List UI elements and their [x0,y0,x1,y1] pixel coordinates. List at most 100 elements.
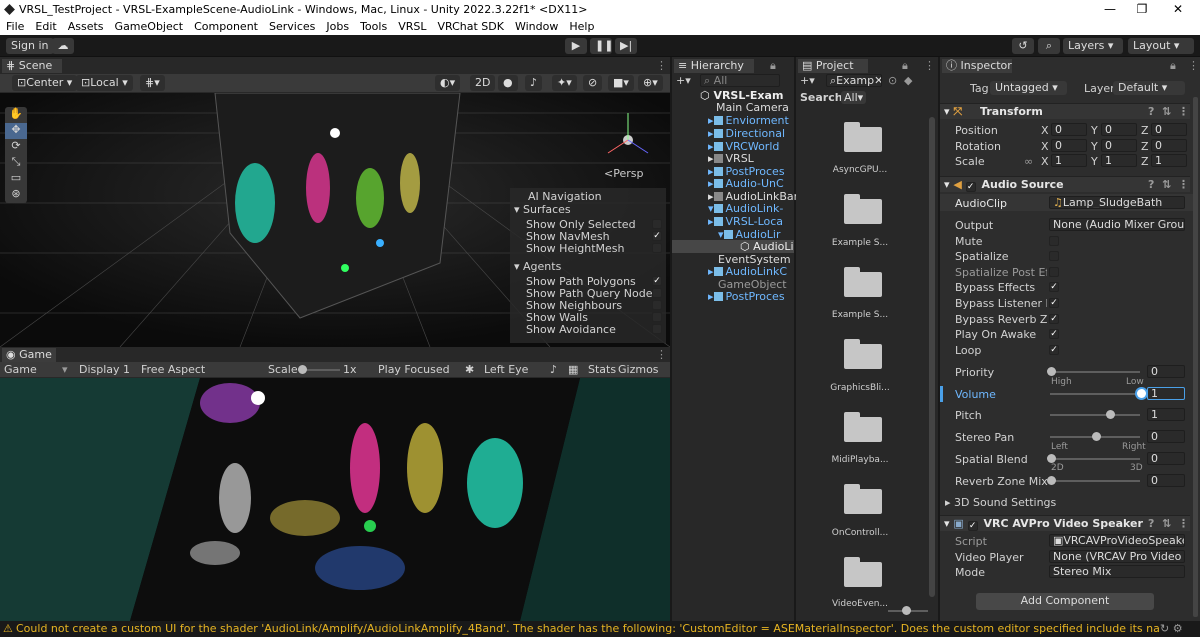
game-view[interactable] [0,378,670,621]
help-icon[interactable]: ? [1148,177,1154,192]
project-search-input[interactable]: ⌕Examp✕ [826,74,882,87]
rotation-y-field[interactable]: 0 [1101,139,1137,152]
help-icon[interactable]: ? [1148,516,1154,531]
stereo-pan-slider-knob[interactable] [1092,432,1101,441]
step-button[interactable]: ▶| [615,38,637,54]
rotation-x-field[interactable]: 0 [1051,139,1087,152]
play-button[interactable]: ▶ [565,38,587,54]
menu-vrchat-sdk[interactable]: VRChat SDK [437,20,504,33]
folder-icon[interactable] [844,194,882,224]
folder-icon[interactable] [844,339,882,369]
folder-name[interactable]: AsyncGPU... [815,165,905,175]
tab-hierarchy[interactable]: ≡ Hierarchy [674,59,754,73]
menu-help[interactable]: Help [569,20,594,33]
bug-icon[interactable]: ✱ [465,363,474,376]
tree-item[interactable]: ▸ Enviorment [708,114,789,127]
history-icon[interactable]: ↺ [1012,38,1034,54]
folder-name[interactable]: MidiPlayba... [815,455,905,465]
output-field[interactable]: None (Audio Mixer Group) [1049,218,1185,231]
link-icon[interactable]: ∞ [1024,155,1033,168]
help-icon[interactable]: ? [1148,104,1154,119]
mode-dropdown[interactable]: Stereo Mix [1049,565,1185,578]
preset-icon[interactable]: ⇅ [1162,104,1171,119]
spatial-blend-slider[interactable] [1050,458,1140,460]
filter-type-icon[interactable]: ⊙ [888,74,897,87]
component-menu-icon[interactable]: ⋮ [1178,177,1189,192]
audio-enabled-checkbox[interactable]: ✓ [965,182,976,192]
space-dropdown[interactable]: ⊡Local ▾ [76,75,133,91]
vrc-speaker-enabled-checkbox[interactable]: ✓ [967,521,978,531]
component-menu-icon[interactable]: ⋮ [1178,516,1189,531]
folder-name[interactable]: OnControll... [815,528,905,538]
audio-icon[interactable]: ♪ [525,75,543,91]
tree-item[interactable]: ▸ Audio-UnC [708,177,784,190]
tree-item[interactable]: ▾ AudioLink- [708,202,783,215]
tree-item[interactable]: ▸ AudioLinkC [708,265,787,278]
cloud-icon[interactable]: ☁ [52,38,74,54]
tab-game[interactable]: ◉ Game [2,348,56,362]
pivot-dropdown[interactable]: ⊡Center ▾ [12,75,78,91]
menu-window[interactable]: Window [515,20,558,33]
volume-field[interactable]: 1 [1147,387,1185,400]
folder-name[interactable]: Example S... [815,238,905,248]
bypass-listener-effects-checkbox[interactable]: ✓ [1049,298,1059,308]
project-lock-icon[interactable]: 🔒︎ [902,59,908,73]
folder-icon[interactable] [844,484,882,514]
spatialize-post-effects-checkbox[interactable] [1049,267,1059,277]
menu-vrsl[interactable]: VRSL [398,20,426,33]
scale-tool-icon[interactable]: ⤡ [5,155,27,171]
scale-y-field[interactable]: 1 [1101,154,1137,167]
folder-name[interactable]: Example S... [815,310,905,320]
inspector-menu-icon[interactable]: ⋮ [1188,59,1199,72]
menu-services[interactable]: Services [269,20,315,33]
priority-field[interactable]: 0 [1147,365,1185,378]
hierarchy-lock-icon[interactable]: 🔒︎ [770,59,776,73]
mute-audio-icon[interactable]: ♪ [550,363,557,376]
camera-icon[interactable]: ■▾ [608,75,634,91]
nav-checkbox[interactable] [652,300,662,310]
stats-button[interactable]: Stats [588,363,616,376]
spatial-blend-field[interactable]: 0 [1147,452,1185,465]
rotation-z-field[interactable]: 0 [1151,139,1187,152]
shading-icon[interactable]: ◐▾ [435,75,461,91]
position-y-field[interactable]: 0 [1101,123,1137,136]
scale-slider-knob[interactable] [298,365,307,374]
rect-tool-icon[interactable]: ▭ [5,171,27,187]
tab-scene[interactable]: ⋕ Scene [2,59,62,73]
tab-inspector[interactable]: ⓘ Inspector [942,59,1012,73]
stereo-pan-field[interactable]: 0 [1147,430,1185,443]
3d-sound-settings-foldout[interactable]: ▸ 3D Sound Settings [945,496,1056,509]
scale-z-field[interactable]: 1 [1151,154,1187,167]
audioclip-field[interactable]: ♫Lamp_SludgeBath [1049,196,1185,209]
transform-header[interactable]: ▾ ⤧ Transform ? ⇅ ⋮ [940,103,1190,119]
nav-checkbox[interactable] [652,219,662,229]
hierarchy-add-button[interactable]: +▾ [676,74,691,87]
preset-icon[interactable]: ⇅ [1162,177,1171,192]
nav-checkbox[interactable] [652,312,662,322]
console-status-bar[interactable]: ⚠ Could not create a custom UI for the s… [0,621,1200,637]
vrc-speaker-header[interactable]: ▾ ▣ ✓ VRC AVPro Video Speaker ? ⇅ ⋮ [940,515,1190,531]
position-z-field[interactable]: 0 [1151,123,1187,136]
mute-checkbox[interactable] [1049,236,1059,246]
spatialize-checkbox[interactable] [1049,251,1059,261]
eye-dropdown[interactable]: Left Eye [484,363,528,376]
search-scope-dropdown[interactable]: All▾ [841,91,867,104]
gizmo-globe-icon[interactable]: ⊕▾ [638,75,663,91]
menu-tools[interactable]: Tools [360,20,387,33]
tab-project[interactable]: ▤ Project [798,59,868,73]
tree-item[interactable]: Main Camera [716,101,789,114]
scene-view[interactable]: <Persp ✋ ✥ ⟳ ⤡ ▭ ⊛ AI Navigation ▾ Surfa… [0,93,670,347]
lighting-icon[interactable]: ● [498,75,518,91]
persp-label[interactable]: <Persp [604,167,643,180]
folder-icon[interactable] [844,557,882,587]
bypass-reverb-zones-checkbox[interactable]: ✓ [1049,314,1059,324]
tree-item[interactable]: ▸ Directional [708,127,785,140]
sign-in-button[interactable]: Sign in [6,38,54,54]
menu-jobs[interactable]: Jobs [326,20,349,33]
volume-slider-knob[interactable] [1137,389,1146,398]
position-x-field[interactable]: 0 [1051,123,1087,136]
folder-name[interactable]: GraphicsBli... [815,383,905,393]
menu-file[interactable]: File [6,20,24,33]
visibility-icon[interactable]: ⊘ [583,75,603,91]
search-icon[interactable]: ⌕ [1038,38,1060,54]
